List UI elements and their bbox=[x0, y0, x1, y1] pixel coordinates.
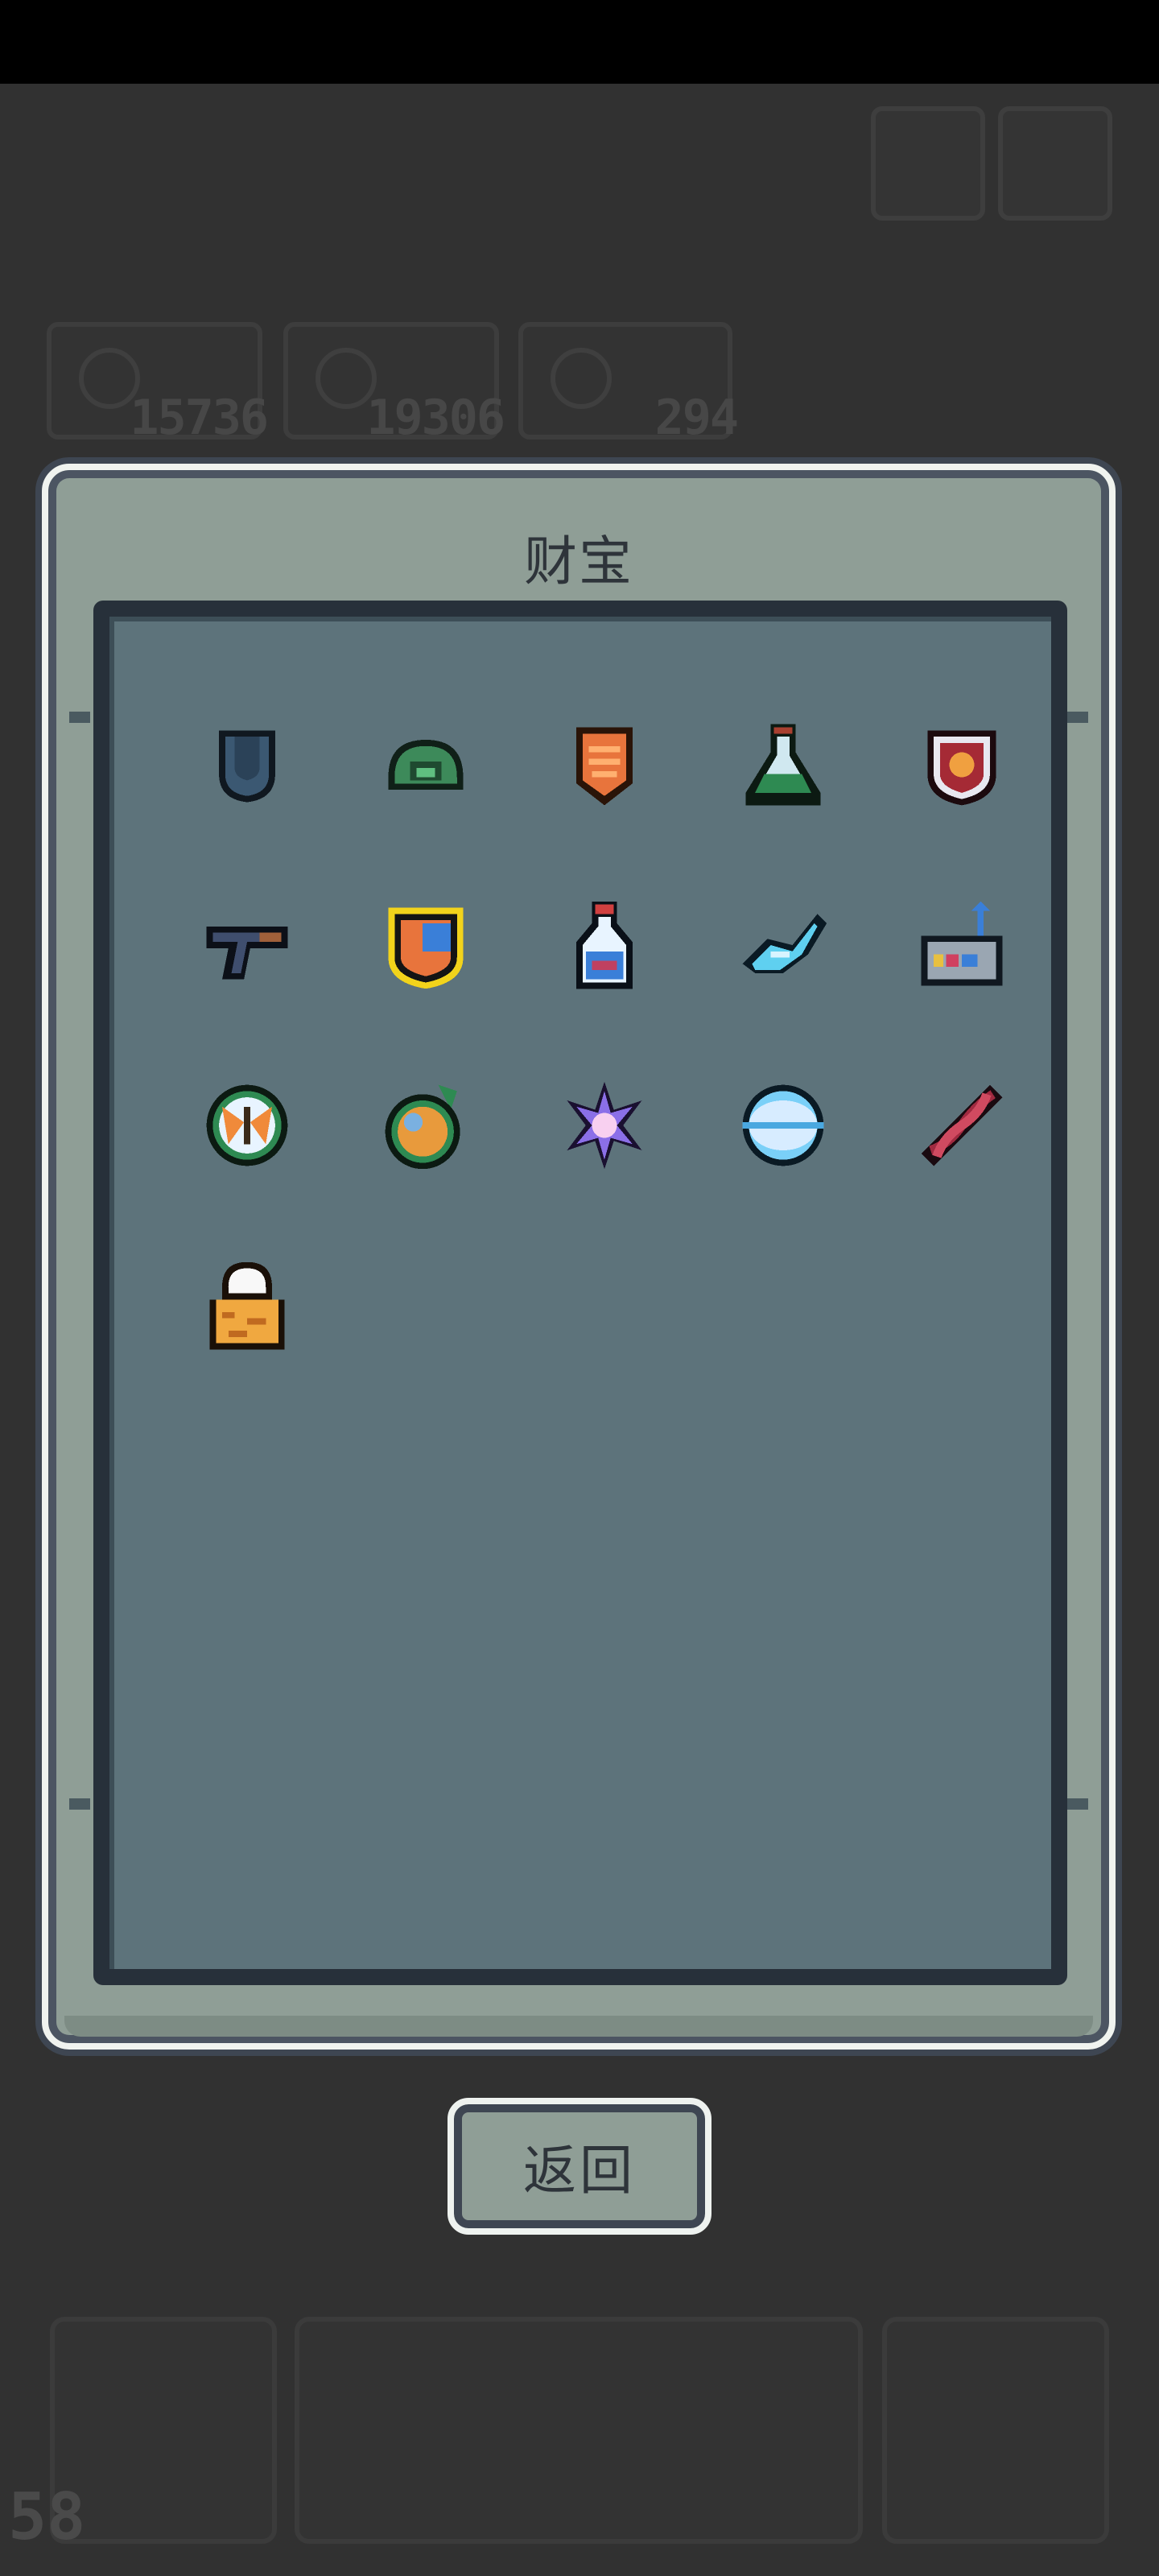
treasure-dialog: 财宝 bbox=[42, 464, 1116, 2050]
gem-count: 19306 bbox=[366, 390, 505, 446]
treasure-slot[interactable] bbox=[694, 855, 872, 1035]
treasure-slot[interactable] bbox=[694, 1035, 872, 1216]
back-button[interactable]: 返回 bbox=[448, 2098, 711, 2235]
treasure-slot[interactable] bbox=[336, 855, 515, 1035]
treasure-slot[interactable] bbox=[694, 675, 872, 855]
treasure-slot[interactable] bbox=[158, 675, 336, 855]
blue-bottle-icon bbox=[576, 901, 633, 989]
toolbox-antenna-icon bbox=[921, 901, 1003, 986]
treasure-slot[interactable] bbox=[515, 675, 694, 855]
treasure-grid bbox=[158, 675, 1051, 1396]
orange-striped-glove-icon bbox=[209, 1261, 285, 1350]
background-gem-stat: 19306 bbox=[283, 322, 505, 446]
treasure-slot[interactable] bbox=[158, 1216, 336, 1396]
frame-rivet bbox=[69, 1798, 90, 1810]
level-number: 58 bbox=[8, 2479, 86, 2554]
purple-star-flower-icon bbox=[567, 1081, 642, 1170]
background-menu-button bbox=[998, 106, 1112, 221]
green-potion-flask-icon bbox=[745, 724, 821, 806]
ice-crystal-fish-icon bbox=[742, 914, 827, 973]
frame-rivet bbox=[69, 712, 90, 723]
red-dna-helix-icon bbox=[921, 1084, 1003, 1166]
material-count: 294 bbox=[654, 390, 739, 446]
background-action-bar bbox=[295, 2317, 863, 2544]
status-bar bbox=[0, 0, 1159, 84]
background-settings-button bbox=[871, 106, 985, 221]
frame-rivet bbox=[1067, 712, 1088, 723]
orange-gem-orb-icon bbox=[385, 1084, 460, 1170]
treasure-slot[interactable] bbox=[336, 675, 515, 855]
white-planet-disc-icon bbox=[742, 1084, 824, 1166]
orange-armor-icon bbox=[576, 727, 633, 806]
background-material-stat: 294 bbox=[518, 322, 739, 446]
material-icon bbox=[551, 348, 612, 409]
background-coin-stat: 15736 bbox=[47, 322, 269, 446]
frame-rivet bbox=[1067, 1798, 1088, 1810]
green-turtle-shell-icon bbox=[388, 740, 464, 790]
treasure-slot[interactable] bbox=[872, 675, 1051, 855]
butterfly-orb-icon bbox=[206, 1084, 288, 1166]
golden-flag-badge-icon bbox=[388, 907, 464, 989]
coin-count: 15736 bbox=[130, 390, 269, 446]
treasure-slot[interactable] bbox=[158, 855, 336, 1035]
background-character-slot bbox=[882, 2317, 1109, 2544]
treasure-slot[interactable] bbox=[872, 855, 1051, 1035]
treasure-slot[interactable] bbox=[158, 1035, 336, 1216]
treasure-slot[interactable] bbox=[872, 1035, 1051, 1216]
red-lion-crest-icon bbox=[927, 730, 996, 806]
treasure-slot[interactable] bbox=[515, 1035, 694, 1216]
blue-pistol-gun-icon bbox=[206, 926, 288, 980]
treasure-grid-panel bbox=[93, 601, 1067, 1985]
blue-shield-icon bbox=[219, 730, 275, 803]
dialog-title: 财宝 bbox=[524, 530, 633, 592]
treasure-slot[interactable] bbox=[515, 855, 694, 1035]
treasure-slot[interactable] bbox=[336, 1035, 515, 1216]
